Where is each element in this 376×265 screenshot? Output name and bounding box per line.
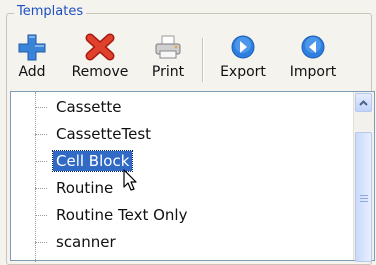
tree-item-scanner[interactable]: scanner (35, 230, 335, 254)
printer-icon (155, 35, 181, 59)
export-label: Export (220, 64, 266, 80)
vertical-scrollbar[interactable] (353, 92, 374, 262)
print-label: Print (151, 64, 185, 80)
tree-item-label: Routine Text Only (56, 206, 188, 224)
tree-item-routine-text-only[interactable]: Routine Text Only (35, 203, 335, 227)
add-button[interactable]: Add (12, 33, 52, 89)
import-label: Import (289, 64, 337, 80)
group-title: Templates (14, 4, 87, 20)
plus-icon (18, 34, 46, 61)
tree-item-cassettetest[interactable]: CassetteTest (35, 122, 335, 146)
tree-item-routine[interactable]: Routine (35, 176, 335, 200)
import-button[interactable]: Import (283, 33, 343, 89)
print-button[interactable]: Print (146, 33, 190, 89)
scroll-up-button[interactable] (355, 93, 372, 112)
x-icon (85, 33, 115, 61)
remove-button[interactable]: Remove (62, 33, 138, 89)
arrow-left-circle-icon (301, 35, 325, 59)
tree-item-label: Routine (56, 179, 114, 197)
mouse-cursor-icon (123, 169, 137, 191)
tree-item-cell-block[interactable]: Cell Block (35, 149, 335, 173)
tree-item-label: CassetteTest (56, 125, 152, 143)
scroll-thumb[interactable] (355, 132, 372, 262)
tree-item-label: scanner (56, 233, 116, 251)
chevron-up-icon (359, 99, 368, 106)
remove-label: Remove (71, 64, 129, 80)
tree-item-label: Cell Block (51, 150, 134, 172)
toolbar-separator (202, 38, 204, 82)
export-button[interactable]: Export (213, 33, 273, 89)
tree-item-cassette[interactable]: Cassette (35, 95, 335, 119)
tree-item-label: Cassette (56, 98, 122, 116)
template-tree[interactable]: Cassette CassetteTest Cell Block Routine… (10, 91, 375, 262)
add-label: Add (18, 64, 46, 80)
arrow-right-circle-icon (231, 35, 255, 59)
